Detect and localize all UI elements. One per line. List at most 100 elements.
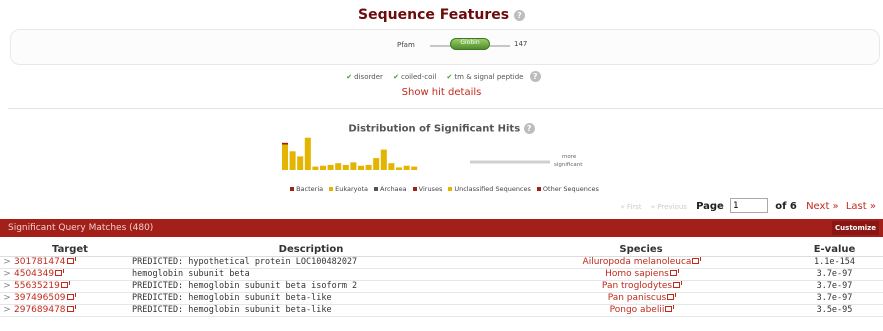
legend-tm-signal-label: tm & signal peptide xyxy=(454,72,524,81)
external-link-icon[interactable] xyxy=(55,268,65,276)
target-link[interactable]: 397496509 xyxy=(14,293,66,303)
eukaryota-bar xyxy=(312,166,319,170)
evalue-cell: 3.7e-97 xyxy=(786,268,883,281)
eukaryota-bar xyxy=(320,165,326,170)
bacteria-bar xyxy=(282,142,288,145)
legend-swatch xyxy=(290,187,295,191)
species-link[interactable]: Homo sapiens xyxy=(605,269,669,279)
target-link[interactable]: 55635219 xyxy=(14,281,60,291)
table-row[interactable]: >397496509 PREDICTED: hemoglobin subunit … xyxy=(0,292,883,305)
external-link-icon[interactable] xyxy=(667,292,677,300)
expand-row-icon[interactable]: > xyxy=(0,304,14,317)
legend-swatch xyxy=(448,187,453,191)
eukaryota-bar xyxy=(365,164,372,170)
help-icon[interactable]: ? xyxy=(529,71,541,82)
species-link[interactable]: Pongo abelii xyxy=(610,305,665,315)
species-cell[interactable]: Pongo abelii xyxy=(496,304,786,317)
species-link[interactable]: Pan paniscus xyxy=(608,293,667,303)
eukaryota-bar xyxy=(335,163,342,170)
sequence-length: 147 xyxy=(514,40,528,48)
check-icon: ✔ xyxy=(393,72,399,81)
legend-coiled-coil[interactable]: ✔ coiled-coil xyxy=(393,73,436,81)
page-label: Page xyxy=(696,200,724,212)
legend-label: Unclassified Sequences xyxy=(454,185,531,193)
table-header-row: Target Description Species E-value xyxy=(0,243,883,257)
distribution-heading: Distribution of Significant Hits xyxy=(348,123,521,135)
legend-disorder[interactable]: ✔ disorder xyxy=(346,73,383,81)
results-title: Significant Query Matches (480) xyxy=(8,223,154,233)
customize-button[interactable]: Customize xyxy=(832,221,879,235)
more-significant-label-2: significant xyxy=(554,162,583,168)
evalue-cell: 3.5e-95 xyxy=(786,304,883,317)
legend-swatch xyxy=(374,187,379,191)
page-count: of 6 xyxy=(775,200,797,212)
target-cell[interactable]: 297689478 xyxy=(14,304,126,317)
show-hit-details-link[interactable]: Show hit details xyxy=(0,87,883,98)
eukaryota-bar xyxy=(327,164,334,170)
eukaryota-bar xyxy=(358,165,364,170)
species-cell[interactable]: Ailuropoda melanoleuca xyxy=(496,256,786,269)
table-row[interactable]: >301781474 PREDICTED: hypothetical protei… xyxy=(0,256,883,269)
legend-label: Viruses xyxy=(418,185,443,193)
column-header-target[interactable]: Target xyxy=(14,243,126,257)
distribution-legend: Bacteria Eukaryota Archaea Viruses Unclassif… xyxy=(0,185,883,193)
first-page-link[interactable]: « First xyxy=(620,203,641,211)
legend-tm-signal[interactable]: ✔ tm & signal peptide xyxy=(447,73,524,81)
target-link[interactable]: 4504349 xyxy=(14,269,54,279)
last-page-link[interactable]: Last » xyxy=(846,201,876,212)
eukaryota-bar xyxy=(350,162,357,170)
more-significant-label-1: more xyxy=(562,154,577,160)
help-icon[interactable]: ? xyxy=(523,123,535,134)
check-icon: ✔ xyxy=(346,72,353,81)
species-cell[interactable]: Pan troglodytes xyxy=(496,280,786,293)
target-cell[interactable]: 397496509 xyxy=(14,292,126,305)
external-link-icon[interactable] xyxy=(669,268,679,276)
external-link-icon[interactable] xyxy=(692,256,702,264)
column-header-description[interactable]: Description xyxy=(126,243,496,257)
page-number-input[interactable] xyxy=(730,198,769,213)
pagination: « First « Previous Page of 6 Next » Last… xyxy=(620,198,880,213)
description-cell: PREDICTED: hypothetical protein LOC10048… xyxy=(126,256,496,269)
target-cell[interactable]: 4504349 xyxy=(14,268,126,281)
legend-swatch xyxy=(412,187,417,191)
divider xyxy=(8,108,883,109)
table-row[interactable]: >4504349 hemoglobin subunit beta Homo sapi… xyxy=(0,268,883,281)
external-link-icon[interactable] xyxy=(66,304,76,312)
table-row[interactable]: >55635219 PREDICTED: hemoglobin subunit b… xyxy=(0,280,883,293)
species-link[interactable]: Ailuropoda melanoleuca xyxy=(583,257,692,267)
expand-row-icon[interactable]: > xyxy=(0,280,14,293)
eukaryota-bar xyxy=(396,167,402,170)
external-link-icon[interactable] xyxy=(673,280,683,288)
expand-row-icon[interactable]: > xyxy=(0,268,14,281)
next-page-link[interactable]: Next » xyxy=(806,201,839,212)
eukaryota-bar xyxy=(373,158,380,170)
target-link[interactable]: 297689478 xyxy=(14,305,66,315)
expand-row-icon[interactable]: > xyxy=(0,256,14,269)
distribution-title: Distribution of Significant Hits ? xyxy=(0,123,883,135)
external-link-icon[interactable] xyxy=(66,292,76,300)
external-link-icon[interactable] xyxy=(66,256,76,264)
feature-legend: ✔ disorder ✔ coiled-coil ✔ tm & signal pept… xyxy=(0,71,883,82)
results-table: Target Description Species E-value >3017… xyxy=(0,243,883,317)
legend-disorder-label: disorder xyxy=(354,72,383,81)
expand-row-icon[interactable]: > xyxy=(0,292,14,305)
eukaryota-bar xyxy=(403,165,410,170)
target-cell[interactable]: 301781474 xyxy=(14,256,126,269)
legend-label: Bacteria xyxy=(296,185,324,193)
table-row[interactable]: >297689478 PREDICTED: hemoglobin subunit … xyxy=(0,304,883,317)
external-link-icon[interactable] xyxy=(60,280,70,288)
evalue-cell: 3.7e-97 xyxy=(786,292,883,305)
help-icon[interactable]: ? xyxy=(513,9,525,21)
check-icon: ✔ xyxy=(446,72,453,81)
target-cell[interactable]: 55635219 xyxy=(14,280,126,293)
column-header-species[interactable]: Species xyxy=(496,243,786,257)
target-link[interactable]: 301781474 xyxy=(14,257,66,267)
species-cell[interactable]: Pan paniscus xyxy=(496,292,786,305)
eukaryota-bar xyxy=(388,163,395,170)
species-link[interactable]: Pan troglodytes xyxy=(602,281,672,291)
column-header-evalue[interactable]: E-value xyxy=(786,243,883,257)
external-link-icon[interactable] xyxy=(665,304,675,312)
species-cell[interactable]: Homo sapiens xyxy=(496,268,786,281)
eukaryota-bar xyxy=(342,164,349,170)
previous-page-link[interactable]: « Previous xyxy=(651,203,687,211)
